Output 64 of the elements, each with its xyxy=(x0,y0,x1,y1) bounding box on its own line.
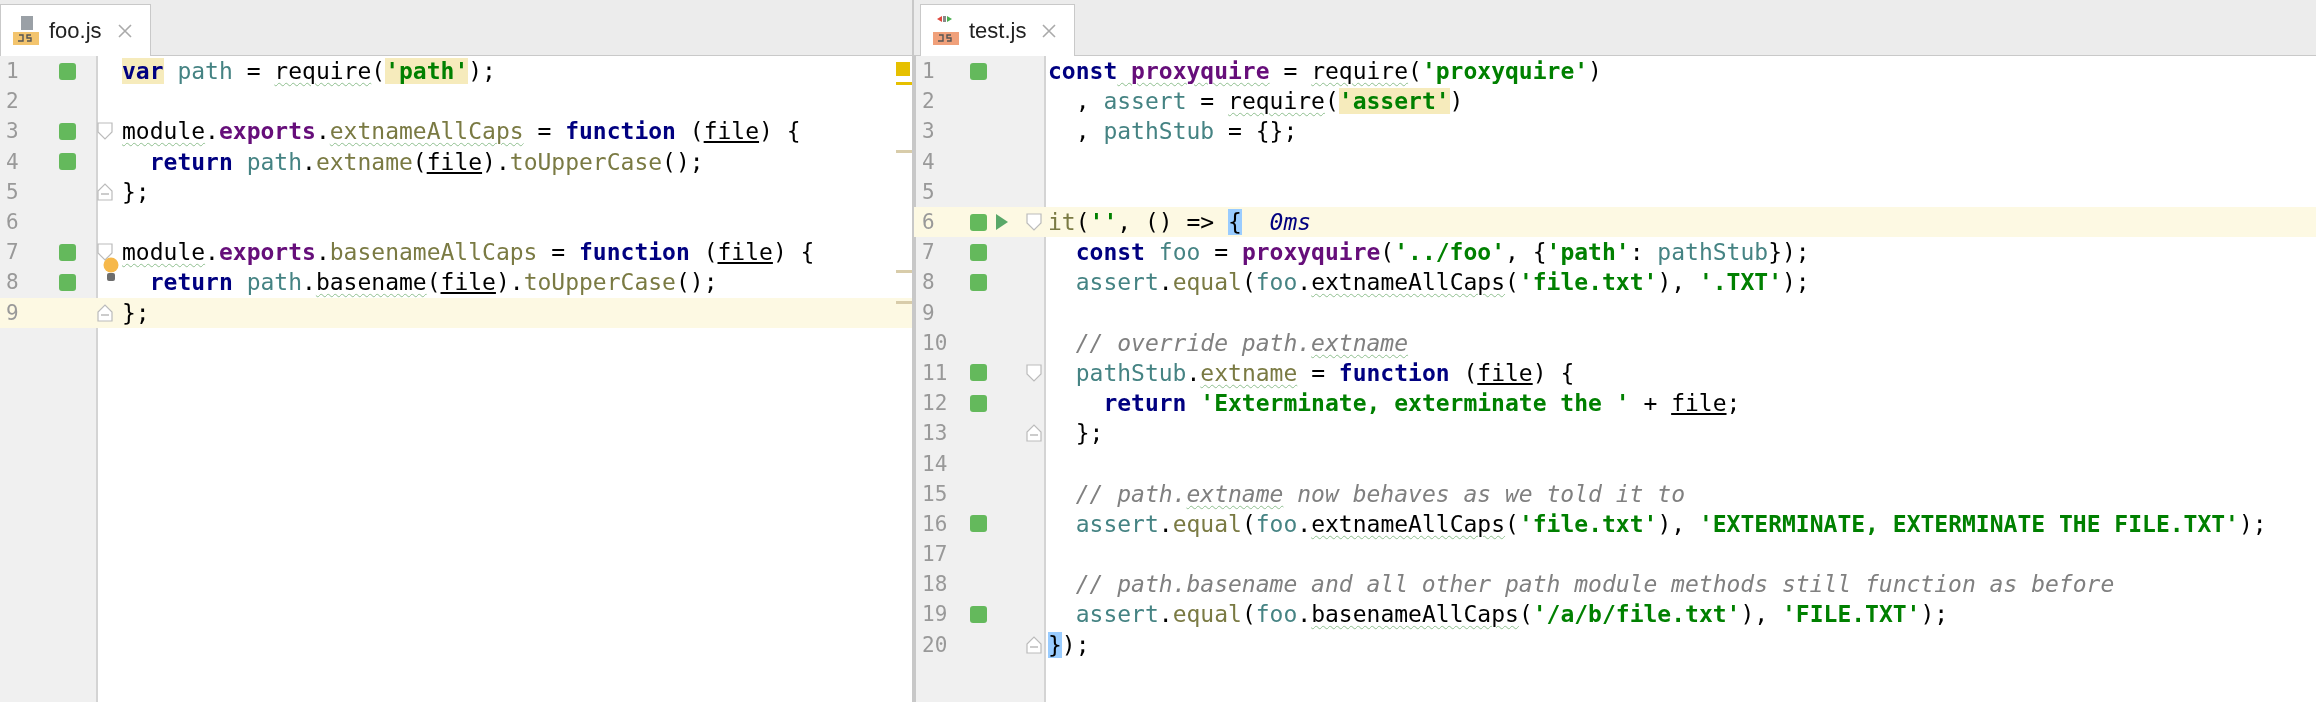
line-number: 11 xyxy=(921,360,949,385)
line-number: 2 xyxy=(5,89,20,114)
lightbulb-icon[interactable] xyxy=(102,257,120,284)
code-line: it('', () => { 0ms xyxy=(1048,209,1312,236)
code-line: var path = require('path'); xyxy=(122,58,496,85)
line-number: 8 xyxy=(921,270,936,295)
fold-icon[interactable] xyxy=(97,182,113,201)
code-line: module.exports.basenameAllCaps = function (file) { xyxy=(122,239,815,266)
code-line: // override path.extname xyxy=(1074,329,1409,356)
line-number: 7 xyxy=(5,240,20,265)
line-number: 2 xyxy=(921,89,936,114)
code-line: }); xyxy=(1048,631,1090,658)
code-line: const proxyquire = require('proxyquire') xyxy=(1048,58,1602,85)
line-number: 3 xyxy=(921,119,936,144)
line-number: 18 xyxy=(921,572,949,597)
line-number: 20 xyxy=(921,632,949,657)
line-number: 9 xyxy=(921,300,936,325)
line-number: 13 xyxy=(921,421,949,446)
line-number: 7 xyxy=(921,240,936,265)
line-number: 8 xyxy=(5,270,20,295)
line-number: 12 xyxy=(921,391,949,416)
line-number: 15 xyxy=(921,481,949,506)
line-number: 4 xyxy=(921,149,936,174)
code-line: pathStub.extname = function (file) { xyxy=(1074,359,1575,386)
code-line: // path.extname now behaves as we told it to xyxy=(1074,480,1685,507)
line-number: 1 xyxy=(5,59,20,84)
line-number: 17 xyxy=(921,542,949,567)
code-line: }; xyxy=(122,178,150,205)
code-line: }; xyxy=(1074,420,1104,447)
code-line: assert.equal(foo.basenameAllCaps('/a/b/file.txt'), 'FILE.TXT'); xyxy=(1074,601,1949,628)
code-line: assert.equal(foo.extnameAllCaps('file.txt'), 'EXTERMINATE, EXTERMINATE THE FILE.TXT'); xyxy=(1074,510,2267,537)
code-line: const foo = proxyquire('../foo', {'path': pathStub}); xyxy=(1074,239,1810,266)
run-icon[interactable] xyxy=(995,213,1009,232)
close-icon[interactable] xyxy=(1042,23,1057,38)
code-line: }; xyxy=(122,299,150,326)
line-number: 9 xyxy=(5,300,20,325)
close-icon[interactable] xyxy=(117,23,132,38)
line-number: 5 xyxy=(5,179,20,204)
code-line: // path.basename and all other path module methods still function as before xyxy=(1074,571,2115,598)
line-number: 10 xyxy=(921,330,949,355)
line-number: 5 xyxy=(921,179,936,204)
file-tab[interactable]: foo.js xyxy=(0,4,151,56)
code-line: return path.extname(file).toUpperCase(); xyxy=(148,148,704,175)
line-number: 19 xyxy=(921,602,949,627)
line-number: 6 xyxy=(5,210,20,235)
line-number: 16 xyxy=(921,511,949,536)
code-line: assert.equal(foo.extnameAllCaps('file.txt'), '.TXT'); xyxy=(1074,269,1810,296)
code-line: , assert = require('assert') xyxy=(1074,88,1464,115)
fold-icon[interactable] xyxy=(97,303,113,322)
line-number: 1 xyxy=(921,59,936,84)
file-tab[interactable]: test.js xyxy=(920,4,1076,56)
line-number: 6 xyxy=(921,210,936,235)
code-line: module.exports.extnameAllCaps = function (file) { xyxy=(122,118,801,145)
code-line: return 'Exterminate, exterminate the ' + file; xyxy=(1102,390,1741,417)
code-line: , pathStub = {}; xyxy=(1074,118,1298,145)
fold-icon[interactable] xyxy=(1026,363,1042,382)
fold-icon[interactable] xyxy=(1026,635,1042,654)
line-number: 4 xyxy=(5,149,20,174)
line-number: 14 xyxy=(921,451,949,476)
code-line: return path.basename(file).toUpperCase(); xyxy=(148,269,718,296)
fold-icon[interactable] xyxy=(1026,213,1042,232)
line-number: 3 xyxy=(5,119,20,144)
fold-icon[interactable] xyxy=(1026,424,1042,443)
fold-icon[interactable] xyxy=(97,122,113,141)
